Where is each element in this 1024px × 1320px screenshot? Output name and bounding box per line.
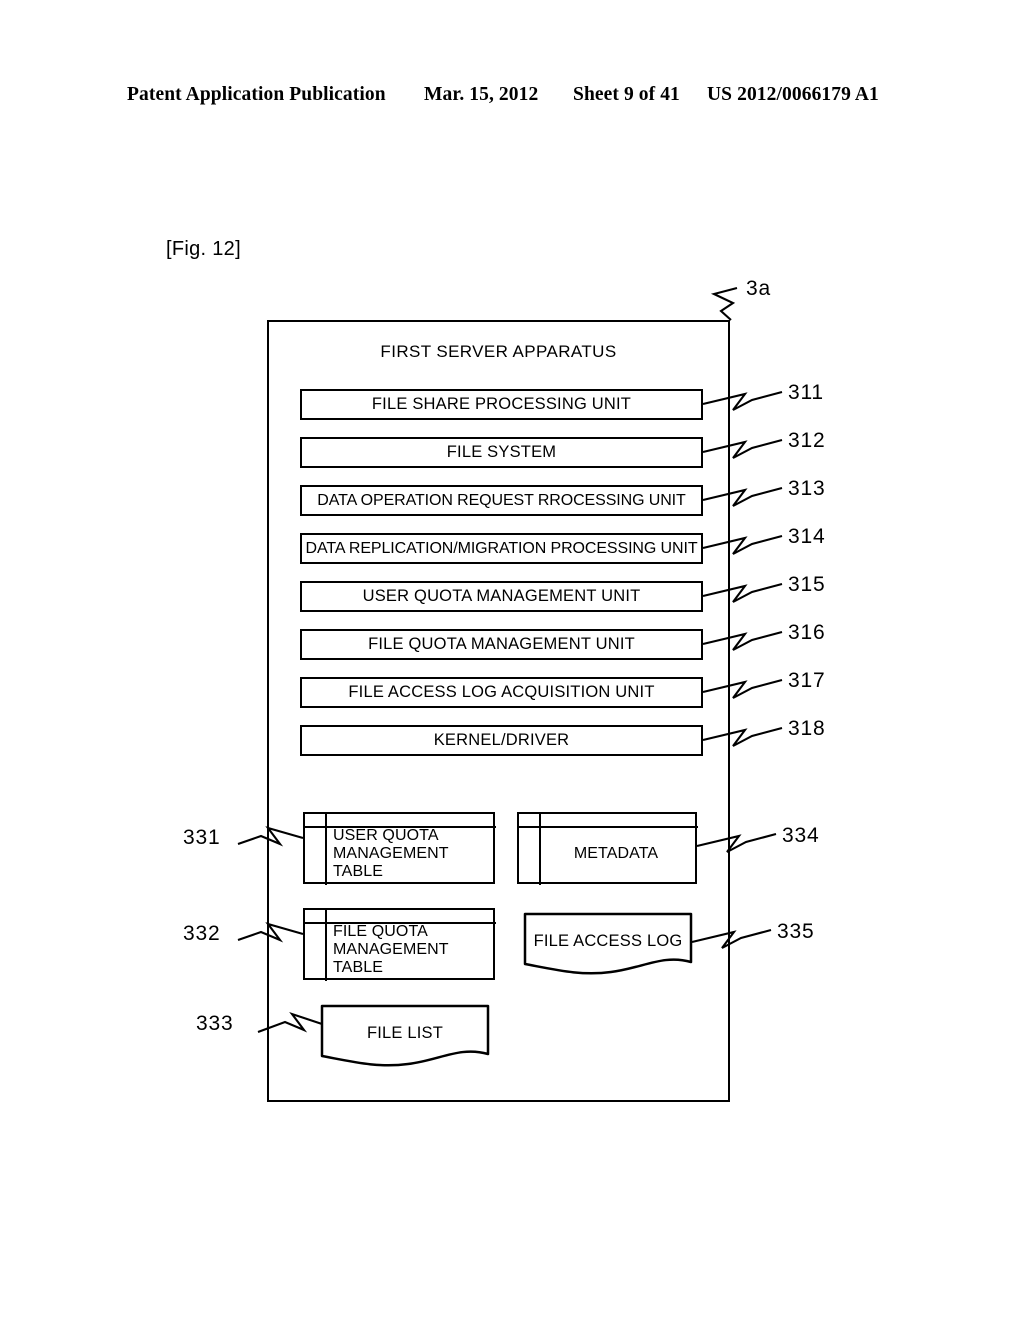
unit-box-user-quota-management: USER QUOTA MANAGEMENT UNIT xyxy=(300,581,703,612)
store-label: FILE ACCESS LOG xyxy=(533,931,683,950)
leader-3a xyxy=(710,286,738,321)
unit-box-file-system: FILE SYSTEM xyxy=(300,437,703,468)
unit-box-file-share-processing: FILE SHARE PROCESSING UNIT xyxy=(300,389,703,420)
table-spine xyxy=(325,811,327,885)
ref-numeral-333: 333 xyxy=(196,1012,234,1035)
ref-numeral-3a: 3a xyxy=(746,277,771,300)
store-label: FILE LIST xyxy=(366,1023,444,1042)
ref-numeral-331: 331 xyxy=(183,826,221,849)
ref-numeral-316: 316 xyxy=(788,621,826,644)
unit-label: DATA OPERATION REQUEST RROCESSING UNIT xyxy=(317,491,686,509)
page-header: Patent Application Publication Mar. 15, … xyxy=(0,84,1024,114)
ref-numeral-317: 317 xyxy=(788,669,826,692)
table-spine xyxy=(325,907,327,981)
sheet-number: Sheet 9 of 41 xyxy=(573,84,680,105)
ref-numeral-311: 311 xyxy=(788,381,824,404)
store-label: METADATA xyxy=(573,845,659,863)
unit-label: FILE SYSTEM xyxy=(446,443,557,462)
store-label-line3: TABLE xyxy=(333,958,383,976)
store-file-list: FILE LIST xyxy=(320,1004,490,1070)
store-label: FILE QUOTA MANAGEMENT TABLE xyxy=(333,922,489,978)
store-user-quota-management-table: USER QUOTA MANAGEMENT TABLE xyxy=(302,811,496,885)
unit-label: FILE SHARE PROCESSING UNIT xyxy=(371,395,632,414)
store-file-access-log: FILE ACCESS LOG xyxy=(523,912,693,978)
unit-box-file-access-log-acquisition: FILE ACCESS LOG ACQUISITION UNIT xyxy=(300,677,703,708)
store-label: USER QUOTA MANAGEMENT TABLE xyxy=(333,826,489,882)
ref-numeral-318: 318 xyxy=(788,717,826,740)
ref-numeral-313: 313 xyxy=(788,477,826,500)
store-label-line2: MANAGEMENT xyxy=(333,941,449,959)
unit-label: FILE ACCESS LOG ACQUISITION UNIT xyxy=(348,683,655,702)
unit-box-kernel-driver: KERNEL/DRIVER xyxy=(300,725,703,756)
unit-box-file-quota-management: FILE QUOTA MANAGEMENT UNIT xyxy=(300,629,703,660)
figure-label: [Fig. 12] xyxy=(166,238,241,260)
patent-number: US 2012/0066179 A1 xyxy=(707,84,879,105)
publication-type: Patent Application Publication xyxy=(127,84,386,105)
store-label-line1: USER QUOTA xyxy=(333,827,439,845)
apparatus-title: FIRST SERVER APPARATUS xyxy=(380,342,617,361)
store-label-line2: MANAGEMENT xyxy=(333,845,449,863)
store-file-quota-management-table: FILE QUOTA MANAGEMENT TABLE xyxy=(302,907,496,981)
unit-label: DATA REPLICATION/MIGRATION PROCESSING UN… xyxy=(305,539,698,557)
ref-numeral-314: 314 xyxy=(788,525,826,548)
unit-label: KERNEL/DRIVER xyxy=(433,731,570,750)
publication-date: Mar. 15, 2012 xyxy=(424,84,539,105)
ref-numeral-315: 315 xyxy=(788,573,826,596)
store-metadata: METADATA xyxy=(516,811,698,885)
unit-label: FILE QUOTA MANAGEMENT UNIT xyxy=(368,635,635,654)
unit-box-data-replication-migration-processing: DATA REPLICATION/MIGRATION PROCESSING UN… xyxy=(300,533,703,564)
ref-numeral-334: 334 xyxy=(782,824,820,847)
unit-label: USER QUOTA MANAGEMENT UNIT xyxy=(362,587,641,606)
ref-numeral-332: 332 xyxy=(183,922,221,945)
store-label-line1: FILE QUOTA xyxy=(333,923,428,941)
ref-numeral-312: 312 xyxy=(788,429,826,452)
store-label-line3: TABLE xyxy=(333,862,383,880)
ref-numeral-335: 335 xyxy=(777,920,815,943)
unit-box-data-operation-request-processing: DATA OPERATION REQUEST RROCESSING UNIT xyxy=(300,485,703,516)
